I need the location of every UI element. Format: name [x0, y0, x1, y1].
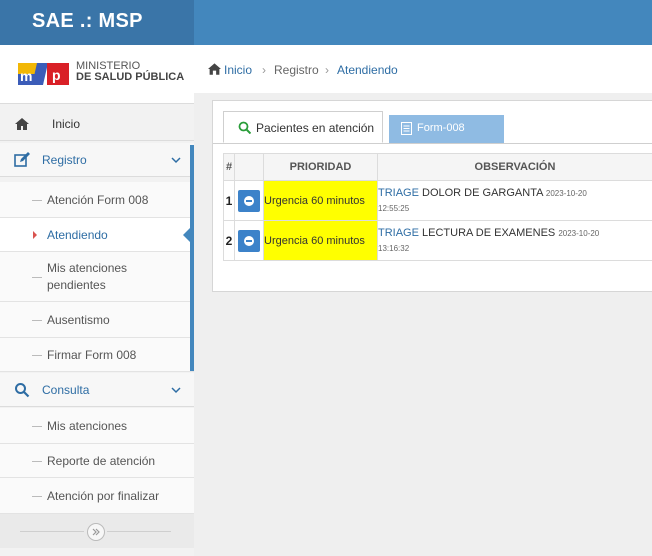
- observation-text: LECTURA DE EXAMENES: [418, 226, 559, 239]
- sidebar-item-label: Reporte de atención: [47, 454, 156, 468]
- sidebar-section-consulta[interactable]: Consulta: [0, 373, 194, 407]
- expand-row-button[interactable]: [238, 229, 260, 252]
- app-title: SAE .: MSP: [32, 10, 143, 32]
- tree-dash: [32, 320, 42, 321]
- breadcrumb-inicio[interactable]: Inicio: [224, 63, 252, 77]
- svg-text:m: m: [20, 68, 32, 84]
- msp-logo-icon: m p: [18, 63, 69, 85]
- top-header: SAE .: MSP: [0, 0, 652, 45]
- tree-dash: [32, 277, 42, 278]
- chevron-down-icon: [171, 157, 181, 164]
- sidebar-item-label: Mis atenciones pendientes: [47, 261, 128, 292]
- row-number: 2: [223, 220, 235, 261]
- breadcrumb-atendiendo: Atendiendo: [337, 63, 398, 77]
- ministry-logo: m p MINISTERIO DE SALUD PÚBLICA: [0, 45, 194, 104]
- ministry-name: MINISTERIO DE SALUD PÚBLICA: [76, 61, 184, 83]
- double-chevron-right-icon: [92, 528, 100, 536]
- svg-text:p: p: [52, 67, 61, 83]
- sidebar-section-registro[interactable]: Registro: [0, 143, 194, 177]
- tree-dash: [32, 496, 42, 497]
- sidebar-item-label: Firmar Form 008: [47, 348, 137, 362]
- table-row[interactable]: 1 Urgencia 60 minutos TRIAGE DOLOR DE GA…: [223, 180, 652, 221]
- sidebar-item-mis-atenciones-pendientes[interactable]: Mis atenciones pendientes: [0, 252, 194, 302]
- home-icon[interactable]: [208, 63, 221, 75]
- sidebar-collapse-row: [0, 514, 194, 548]
- divider: [107, 531, 171, 532]
- tab-pacientes-en-atencion[interactable]: Pacientes en atención: [223, 111, 383, 143]
- sidebar-item-label: Atención por finalizar: [47, 489, 160, 503]
- observation-cell: TRIAGE LECTURA DE EXAMENES 2023-10-20 13…: [377, 220, 652, 261]
- observation-date: 2023-10-20: [545, 188, 587, 198]
- tab-panel: Pacientes en atención Form-008 # PRIORID…: [212, 100, 652, 292]
- sidebar-item-firmar-form-008[interactable]: Firmar Form 008: [0, 338, 194, 372]
- document-icon: [401, 122, 412, 135]
- sidebar-item-label: Inicio: [52, 116, 81, 131]
- sidebar-item-reporte-de-atencion[interactable]: Reporte de atención: [0, 444, 194, 478]
- expand-row-button[interactable]: [238, 189, 260, 212]
- home-icon: [15, 118, 29, 130]
- priority-cell: Urgencia 60 minutos: [263, 220, 378, 261]
- breadcrumb-separator: ›: [325, 63, 329, 77]
- sidebar-item-label: Mis atenciones: [47, 419, 128, 433]
- sidebar-item-inicio[interactable]: Inicio: [0, 107, 194, 141]
- col-header-action: [234, 153, 264, 181]
- tab-label: Form-008: [417, 122, 465, 134]
- breadcrumb: Inicio › Registro › Atendiendo: [194, 45, 652, 94]
- breadcrumb-separator: ›: [262, 63, 266, 77]
- observation-date: 2023-10-20: [558, 228, 600, 238]
- sidebar-section-label: Registro: [42, 152, 87, 167]
- table-header-row: # PRIORIDAD OBSERVACIÓN: [223, 153, 652, 181]
- observation-cell: TRIAGE DOLOR DE GARGANTA 2023-10-20 12:5…: [377, 180, 652, 221]
- breadcrumb-registro[interactable]: Registro: [274, 63, 319, 77]
- row-action-cell: [234, 220, 264, 261]
- tree-dash: [32, 426, 42, 427]
- tree-dash: [32, 355, 42, 356]
- row-action-cell: [234, 180, 264, 221]
- observation-time: 13:16:32: [378, 243, 410, 253]
- app-brand[interactable]: SAE .: MSP: [0, 0, 194, 45]
- col-header-observacion[interactable]: OBSERVACIÓN: [377, 153, 652, 181]
- sidebar-collapse-button[interactable]: [87, 523, 105, 541]
- observation-keyword[interactable]: TRIAGE: [378, 227, 419, 239]
- chevron-down-icon: [171, 387, 181, 394]
- tab-divider: [213, 143, 652, 144]
- sidebar-item-atencion-por-finalizar[interactable]: Atención por finalizar: [0, 478, 194, 514]
- tab-form-008[interactable]: Form-008: [389, 115, 504, 143]
- tab-label: Pacientes en atención: [256, 121, 375, 135]
- ministry-name-line2: DE SALUD PÚBLICA: [76, 71, 185, 83]
- sidebar-item-label: Atendiendo: [47, 228, 108, 242]
- observation-keyword[interactable]: TRIAGE: [378, 187, 419, 199]
- divider: [20, 531, 84, 532]
- table-row[interactable]: 2 Urgencia 60 minutos TRIAGE LECTURA DE …: [223, 220, 652, 261]
- observation-time: 12:55:25: [378, 203, 410, 213]
- sidebar: m p MINISTERIO DE SALUD PÚBLICA Inicio R…: [0, 45, 195, 556]
- sidebar-section-label: Consulta: [42, 382, 90, 397]
- search-icon: [238, 121, 251, 134]
- row-number: 1: [223, 180, 235, 221]
- search-icon: [15, 383, 30, 398]
- sidebar-item-label: Ausentismo: [47, 313, 110, 327]
- sidebar-item-label: Atención Form 008: [47, 193, 149, 207]
- sidebar-item-mis-atenciones[interactable]: Mis atenciones: [0, 408, 194, 444]
- col-header-number: #: [223, 153, 235, 181]
- active-bullet-icon: [33, 231, 37, 239]
- sidebar-item-atencion-form-008[interactable]: Atención Form 008: [0, 182, 194, 218]
- col-header-prioridad[interactable]: PRIORIDAD: [263, 153, 378, 181]
- edit-icon: [14, 152, 30, 167]
- main-content: Pacientes en atención Form-008 # PRIORID…: [194, 93, 652, 556]
- priority-cell: Urgencia 60 minutos: [263, 180, 378, 221]
- observation-text: DOLOR DE GARGANTA: [418, 186, 546, 199]
- sidebar-item-atendiendo[interactable]: Atendiendo: [0, 218, 194, 252]
- sidebar-item-ausentismo[interactable]: Ausentismo: [0, 302, 194, 338]
- tree-dash: [32, 200, 42, 201]
- patients-table: # PRIORIDAD OBSERVACIÓN 1 Urgencia 60 mi…: [223, 153, 652, 261]
- tree-dash: [32, 461, 42, 462]
